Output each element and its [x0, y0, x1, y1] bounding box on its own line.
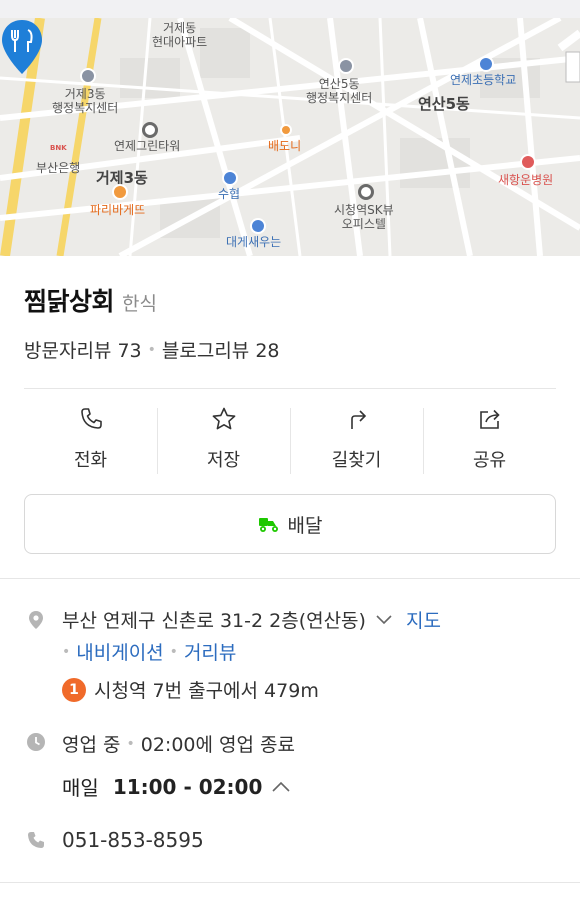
subway-line-badge: 1: [62, 677, 86, 702]
phone-number[interactable]: 051-853-8595: [62, 828, 204, 852]
save-label: 저장: [206, 450, 241, 471]
delivery-label: 배달: [287, 514, 323, 537]
section-divider-bottom: [0, 882, 580, 883]
place-name: 찜닭상회: [24, 287, 115, 316]
share-button[interactable]: 공유: [423, 406, 556, 476]
hours-status-row: 영업 중 • 02:00에 영업 종료: [62, 730, 295, 757]
subway-info: 1 시청역 7번 출구에서 479m: [62, 676, 319, 703]
place-title-row: 찜닭상회 한식: [24, 282, 157, 318]
hours-detail-row[interactable]: 매일 11:00 - 02:00: [62, 772, 290, 801]
map-label-school: 연제초등학교: [450, 73, 517, 87]
review-counts: 방문자리뷰 73 • 블로그리뷰 28: [24, 336, 280, 363]
open-status: 영업 중: [62, 734, 121, 756]
status-bar: [0, 0, 580, 18]
map-label-geoje3-center: 거제3동 행정복지센터: [52, 87, 119, 115]
phone-small-icon: [28, 832, 44, 848]
hours-day: 매일: [62, 776, 99, 800]
action-bar: 전화 저장 길찾기 공유: [24, 406, 556, 476]
map-label-yeonsan5: 연산5동: [418, 95, 470, 113]
directions-icon: [350, 410, 366, 429]
navigation-link[interactable]: 내비게이션: [76, 638, 163, 665]
close-info: 02:00에 영업 종료: [140, 734, 295, 756]
map-label-paris: 파리바게뜨: [90, 203, 146, 217]
chevron-down-icon[interactable]: [376, 614, 392, 625]
location-pin-icon: [29, 611, 43, 629]
map-link[interactable]: 지도: [406, 606, 441, 633]
map-poi-building-icon: [142, 122, 158, 138]
phone-icon: [80, 408, 102, 429]
map-label-pin-name: 배도니: [268, 139, 302, 153]
map-roads: [0, 18, 580, 256]
save-button[interactable]: 저장: [157, 406, 290, 476]
separator-dot: •: [126, 735, 135, 752]
map-label-sk-view: 시청역SK뷰 오피스텔: [334, 203, 394, 231]
map-poi-office-icon: [338, 58, 354, 74]
chevron-up-icon[interactable]: [272, 781, 290, 792]
map-label-busan-bank: 부산은행: [36, 161, 81, 175]
hours-time: 11:00 - 02:00: [112, 774, 263, 799]
directions-label: 길찾기: [331, 450, 382, 471]
map-view[interactable]: 거제동 현대아파트 연산5동 행정복지센터 연제초등학교 연산5동 거제3동 행…: [0, 18, 580, 256]
call-label: 전화: [73, 450, 108, 471]
clock-icon: [27, 733, 45, 751]
section-divider: [0, 578, 580, 579]
separator-dot: •: [147, 341, 156, 358]
pin-dot-icon: [280, 124, 292, 136]
call-button[interactable]: 전화: [24, 406, 157, 476]
address-links: • 내비게이션 • 거리뷰: [62, 638, 236, 665]
map-poi-sk-icon: [358, 184, 374, 200]
bnk-logo: BNK: [50, 144, 67, 152]
star-icon: [212, 407, 235, 430]
visitor-reviews-link[interactable]: 방문자리뷰 73: [24, 336, 142, 363]
map-poi-food-icon: [250, 218, 266, 234]
restaurant-pin-icon[interactable]: [0, 18, 44, 76]
delivery-scooter-icon: [258, 518, 278, 532]
separator-dot: •: [169, 643, 178, 660]
subway-text: 시청역 7번 출구에서 479m: [94, 680, 319, 702]
map-poi-bakery-icon: [112, 184, 128, 200]
address-text: 부산 연제구 신촌로 31-2 2층(연산동): [62, 610, 366, 632]
separator-dot: •: [62, 643, 71, 660]
street-view-link[interactable]: 거리뷰: [184, 638, 236, 665]
address-row: 부산 연제구 신촌로 31-2 2층(연산동) 지도: [62, 606, 441, 633]
map-poi-school-icon: [478, 56, 494, 72]
map-poi-bank-icon: [222, 170, 238, 186]
map-label-suhyup: 수협: [218, 187, 241, 201]
map-label-geoje-apt: 거제동 현대아파트: [152, 21, 208, 49]
map-poi-hospital-icon: [520, 154, 536, 170]
map-label-saehyang: 새항운병원: [498, 173, 554, 187]
map-label-daege: 대게새우는: [226, 235, 282, 249]
map-label-yeonje-green: 연제그린타워: [114, 139, 181, 153]
share-icon: [479, 409, 500, 429]
map-label-yeonsan5-center: 연산5동 행정복지센터: [306, 77, 373, 105]
map-poi-office2-icon: [80, 68, 96, 84]
directions-button[interactable]: 길찾기: [290, 406, 423, 476]
blog-reviews-link[interactable]: 블로그리뷰 28: [162, 336, 280, 363]
place-category: 한식: [122, 293, 157, 315]
divider: [24, 388, 556, 389]
share-label: 공유: [472, 450, 507, 471]
delivery-button[interactable]: 배달: [24, 494, 556, 554]
